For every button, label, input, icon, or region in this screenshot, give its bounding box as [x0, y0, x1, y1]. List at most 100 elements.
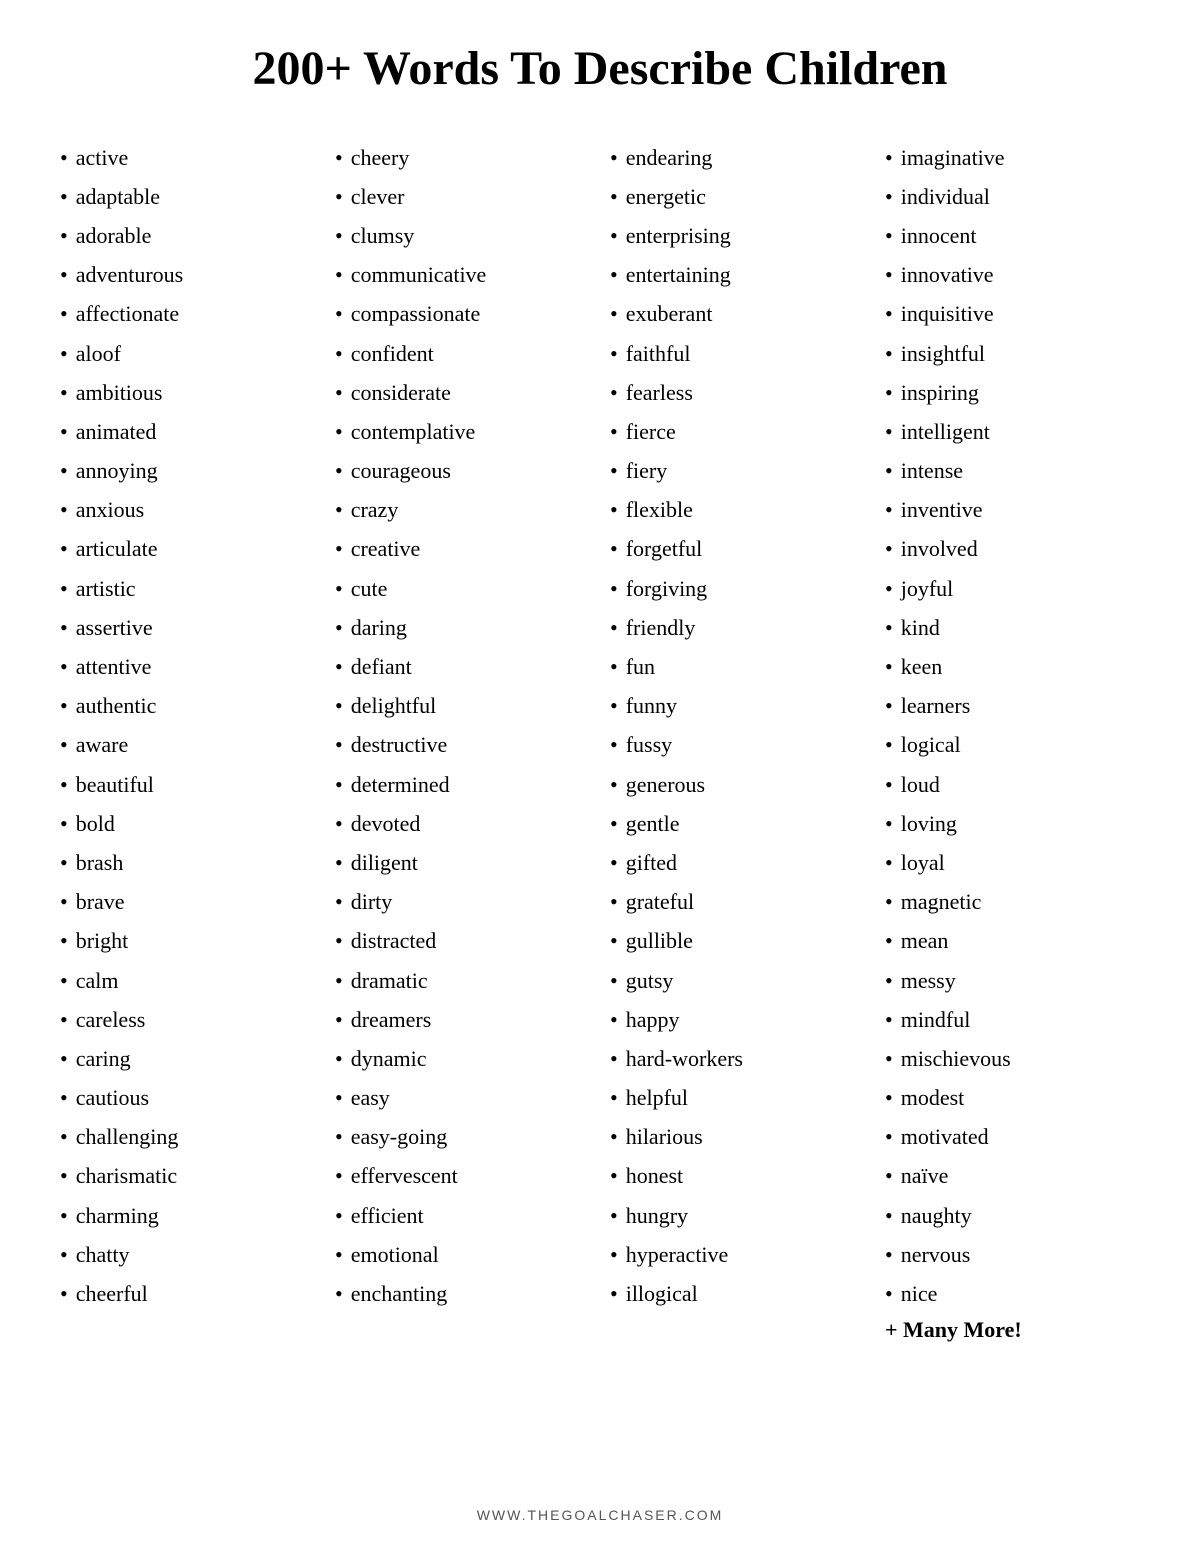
list-item: kind — [885, 608, 1140, 647]
list-item: aware — [60, 725, 315, 764]
list-item: considerate — [335, 373, 590, 412]
list-item: emotional — [335, 1235, 590, 1274]
list-item: hungry — [610, 1196, 865, 1235]
list-item: cute — [335, 569, 590, 608]
list-item: inquisitive — [885, 294, 1140, 333]
list-item: fearless — [610, 373, 865, 412]
list-item: cheery — [335, 138, 590, 177]
list-item: creative — [335, 529, 590, 568]
list-item: fun — [610, 647, 865, 686]
list-item: distracted — [335, 921, 590, 960]
list-item: compassionate — [335, 294, 590, 333]
list-item: charismatic — [60, 1156, 315, 1195]
list-item: gentle — [610, 804, 865, 843]
list-item: naughty — [885, 1196, 1140, 1235]
list-item: communicative — [335, 255, 590, 294]
list-item: dramatic — [335, 961, 590, 1000]
list-item: devoted — [335, 804, 590, 843]
list-item: funny — [610, 686, 865, 725]
list-item: involved — [885, 529, 1140, 568]
word-columns: activeadaptableadorableadventurousaffect… — [60, 138, 1140, 1477]
list-item: cheerful — [60, 1274, 315, 1313]
list-item: gullible — [610, 921, 865, 960]
list-item: brash — [60, 843, 315, 882]
list-item: daring — [335, 608, 590, 647]
list-item: assertive — [60, 608, 315, 647]
list-item: motivated — [885, 1117, 1140, 1156]
list-item: energetic — [610, 177, 865, 216]
list-item: flexible — [610, 490, 865, 529]
more-text: + Many More! — [885, 1317, 1140, 1343]
list-item: intense — [885, 451, 1140, 490]
list-item: gutsy — [610, 961, 865, 1000]
list-item: animated — [60, 412, 315, 451]
list-item: chatty — [60, 1235, 315, 1274]
list-item: effervescent — [335, 1156, 590, 1195]
list-item: innocent — [885, 216, 1140, 255]
list-item: learners — [885, 686, 1140, 725]
list-item: diligent — [335, 843, 590, 882]
list-item: enterprising — [610, 216, 865, 255]
list-item: friendly — [610, 608, 865, 647]
list-item: illogical — [610, 1274, 865, 1313]
column-3: endearingenergeticenterprisingentertaini… — [610, 138, 865, 1477]
list-item: enchanting — [335, 1274, 590, 1313]
list-item: imaginative — [885, 138, 1140, 177]
list-item: individual — [885, 177, 1140, 216]
list-item: efficient — [335, 1196, 590, 1235]
list-item: affectionate — [60, 294, 315, 333]
list-item: adorable — [60, 216, 315, 255]
list-item: dirty — [335, 882, 590, 921]
list-item: fiery — [610, 451, 865, 490]
list-item: bright — [60, 921, 315, 960]
list-item: hilarious — [610, 1117, 865, 1156]
list-item: gifted — [610, 843, 865, 882]
list-item: confident — [335, 334, 590, 373]
list-item: caring — [60, 1039, 315, 1078]
list-item: loving — [885, 804, 1140, 843]
list-item: dynamic — [335, 1039, 590, 1078]
list-item: inventive — [885, 490, 1140, 529]
column-4: imaginativeindividualinnocentinnovativei… — [885, 138, 1140, 1477]
list-item: exuberant — [610, 294, 865, 333]
list-item: intelligent — [885, 412, 1140, 451]
list-item: loyal — [885, 843, 1140, 882]
list-item: courageous — [335, 451, 590, 490]
list-item: fussy — [610, 725, 865, 764]
list-item: faithful — [610, 334, 865, 373]
list-item: charming — [60, 1196, 315, 1235]
list-item: adventurous — [60, 255, 315, 294]
list-item: generous — [610, 765, 865, 804]
list-item: mean — [885, 921, 1140, 960]
list-item: delightful — [335, 686, 590, 725]
list-item: artistic — [60, 569, 315, 608]
list-item: careless — [60, 1000, 315, 1039]
list-item: articulate — [60, 529, 315, 568]
column-1: activeadaptableadorableadventurousaffect… — [60, 138, 315, 1477]
list-item: forgiving — [610, 569, 865, 608]
list-item: hard-workers — [610, 1039, 865, 1078]
list-item: magnetic — [885, 882, 1140, 921]
list-item: anxious — [60, 490, 315, 529]
footer-url: WWW.THEGOALCHASER.COM — [477, 1507, 724, 1523]
list-item: forgetful — [610, 529, 865, 568]
list-item: brave — [60, 882, 315, 921]
list-item: helpful — [610, 1078, 865, 1117]
list-item: entertaining — [610, 255, 865, 294]
list-item: innovative — [885, 255, 1140, 294]
list-item: challenging — [60, 1117, 315, 1156]
list-item: contemplative — [335, 412, 590, 451]
list-item: active — [60, 138, 315, 177]
list-item: dreamers — [335, 1000, 590, 1039]
list-item: defiant — [335, 647, 590, 686]
list-item: bold — [60, 804, 315, 843]
list-item: attentive — [60, 647, 315, 686]
list-item: naïve — [885, 1156, 1140, 1195]
list-item: easy-going — [335, 1117, 590, 1156]
list-item: loud — [885, 765, 1140, 804]
list-item: honest — [610, 1156, 865, 1195]
list-item: logical — [885, 725, 1140, 764]
list-item: modest — [885, 1078, 1140, 1117]
list-item: clever — [335, 177, 590, 216]
list-item: annoying — [60, 451, 315, 490]
